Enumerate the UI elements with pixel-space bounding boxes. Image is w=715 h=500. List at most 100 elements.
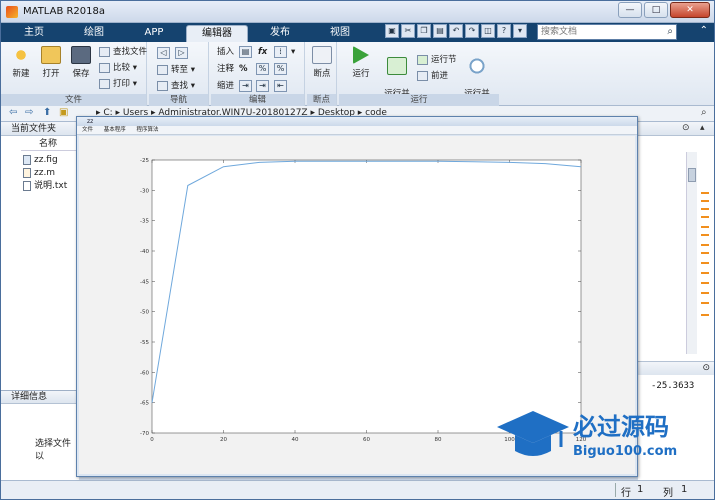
breakpoints-button[interactable]: 断点: [310, 46, 334, 79]
up-folder-icon[interactable]: ⬆: [43, 107, 51, 118]
smart-indent-icon[interactable]: ⇥: [239, 80, 252, 92]
name-column-header[interactable]: 名称: [21, 138, 79, 151]
file-item[interactable]: zz.m: [23, 167, 55, 179]
run-button[interactable]: 运行: [349, 46, 373, 79]
y-tick-label: -50: [140, 310, 149, 316]
x-tick-label: 20: [220, 437, 227, 443]
new-label: 新建: [12, 69, 30, 79]
search-placeholder: 搜索文档: [541, 27, 578, 37]
tab-publish[interactable]: 发布: [251, 25, 309, 42]
advance-button[interactable]: 前进: [417, 70, 448, 83]
editor-scrollbar[interactable]: [686, 152, 697, 354]
y-tick-label: -25: [140, 158, 149, 164]
find-button[interactable]: 查找 ▾: [157, 80, 195, 93]
panel-menu-icon[interactable]: ⊙: [682, 123, 690, 133]
figure-menu-algorithm[interactable]: 程序算法: [137, 127, 159, 133]
file-name: zz.m: [34, 168, 56, 178]
compare-button[interactable]: 比较 ▾: [99, 62, 137, 75]
search-docs-input[interactable]: 搜索文档 ⌕: [537, 24, 677, 40]
browse-folder-icon[interactable]: ▣: [59, 107, 68, 118]
x-tick-label: 0: [150, 437, 154, 443]
insert-button[interactable]: 插入: [217, 46, 234, 59]
watermark-logo: 必过源码 Biguo100.com: [497, 411, 677, 459]
new-button[interactable]: 新建: [9, 46, 33, 79]
save-icon[interactable]: ▣: [385, 24, 399, 38]
back-nav-icon[interactable]: ◁: [157, 47, 170, 59]
maximize-button[interactable]: □: [644, 2, 668, 18]
scrollbar-thumb[interactable]: [688, 168, 696, 182]
quick-access-toolbar: ▣ ✂ ❐ ▤ ↶ ↷ ◫ ? ▾: [385, 24, 527, 41]
copy-icon[interactable]: ❐: [417, 24, 431, 38]
increase-indent-icon[interactable]: ⇥: [256, 80, 269, 92]
decrease-indent-icon[interactable]: ⇤: [274, 80, 287, 92]
x-tick-label: 80: [435, 437, 442, 443]
goto-icon: [157, 64, 168, 75]
minimize-button[interactable]: —: [618, 2, 642, 18]
file-item[interactable]: zz.fig: [23, 154, 58, 166]
advance-label: 前进: [431, 71, 449, 81]
back-arrow-icon[interactable]: ⇦: [9, 107, 17, 118]
new-icon: [11, 46, 31, 64]
tab-view[interactable]: 视图: [311, 25, 369, 42]
editor-ribbon: 新建 打开 保存 查找文件 比较 ▾ 打印 ▾ 文件 ◁ ▷ 转至 ▾ 查找 ▾…: [1, 42, 714, 110]
logo-text-en: Biguo100.com: [573, 444, 677, 459]
print-icon: [99, 78, 110, 89]
col-label: 列: [663, 488, 673, 499]
forward-nav-icon[interactable]: ▷: [175, 47, 188, 59]
advance-icon: [417, 70, 428, 81]
comment-percent-icon[interactable]: %: [239, 63, 248, 76]
file-group: 新建 打开 保存 查找文件 比较 ▾ 打印 ▾ 文件: [1, 42, 147, 106]
wrap-comment-icon[interactable]: %: [256, 63, 269, 75]
open-button[interactable]: 打开: [39, 46, 63, 79]
help-icon[interactable]: ?: [497, 24, 511, 38]
search-folder-icon[interactable]: ⌕: [701, 107, 707, 118]
insert-dropdown-icon[interactable]: ▾: [291, 46, 295, 59]
fx-button[interactable]: fx: [258, 46, 267, 59]
tab-home[interactable]: 主页: [7, 25, 61, 42]
tab-plots[interactable]: 绘图: [65, 25, 123, 42]
close-button[interactable]: ✕: [670, 2, 710, 18]
switch-window-icon[interactable]: ◫: [481, 24, 495, 38]
uncomment-icon[interactable]: %: [274, 63, 287, 75]
paste-icon[interactable]: ▤: [433, 24, 447, 38]
edit-group: 插入 ▤ fx ⁞ ▾ 注释 % % % 缩进 ⇥ ⇥ ⇤ 编辑: [211, 42, 305, 106]
print-button[interactable]: 打印 ▾: [99, 78, 137, 91]
indent-button[interactable]: 缩进: [217, 80, 234, 93]
find-files-button[interactable]: 查找文件: [99, 46, 147, 59]
m-file-icon: [23, 167, 31, 178]
figure-menu-basic[interactable]: 基本程序: [104, 127, 126, 133]
tab-editor[interactable]: 编辑器: [186, 25, 248, 42]
tab-apps[interactable]: APP: [125, 25, 183, 42]
details-panel: 详细信息 选择文件以: [1, 390, 79, 480]
dropdown-icon[interactable]: ▾: [513, 24, 527, 38]
file-item[interactable]: 说明.txt: [23, 180, 67, 192]
forward-arrow-icon[interactable]: ⇨: [25, 107, 33, 118]
workspace-header: ⊙ ▴: [638, 122, 714, 136]
y-tick-label: -65: [140, 401, 149, 407]
goto-button[interactable]: 转至 ▾: [157, 64, 195, 77]
app-title: MATLAB R2018a: [23, 6, 106, 17]
run-section-button[interactable]: 运行节: [417, 54, 457, 67]
plot-area: [151, 159, 582, 434]
insert-section-icon[interactable]: ▤: [239, 46, 252, 58]
run-play-icon: [353, 46, 369, 64]
figure-menu-file[interactable]: 文件: [82, 127, 93, 133]
command-window-menu-icon[interactable]: ⊙: [702, 363, 710, 373]
breakpoints-group: 断点 断点: [307, 42, 337, 106]
find-files-label: 查找文件: [113, 47, 148, 57]
save-label: 保存: [72, 69, 90, 79]
open-folder-icon: [41, 46, 61, 64]
collapse-ribbon-icon[interactable]: ⌃: [700, 25, 708, 36]
cut-icon[interactable]: ✂: [401, 24, 415, 38]
file-name: zz.fig: [34, 155, 58, 165]
undo-icon[interactable]: ↶: [449, 24, 463, 38]
panel-collapse-icon[interactable]: ▴: [700, 123, 705, 133]
comment-button[interactable]: 注释: [217, 63, 234, 76]
breakpoints-icon: [312, 46, 332, 64]
search-icon[interactable]: ⌕: [667, 25, 673, 39]
x-tick-label: 60: [363, 437, 370, 443]
breakpoints-label: 断点: [313, 69, 331, 79]
redo-icon[interactable]: ↷: [465, 24, 479, 38]
insert-fn-icon[interactable]: ⁞: [274, 46, 287, 58]
save-button[interactable]: 保存: [69, 46, 93, 79]
